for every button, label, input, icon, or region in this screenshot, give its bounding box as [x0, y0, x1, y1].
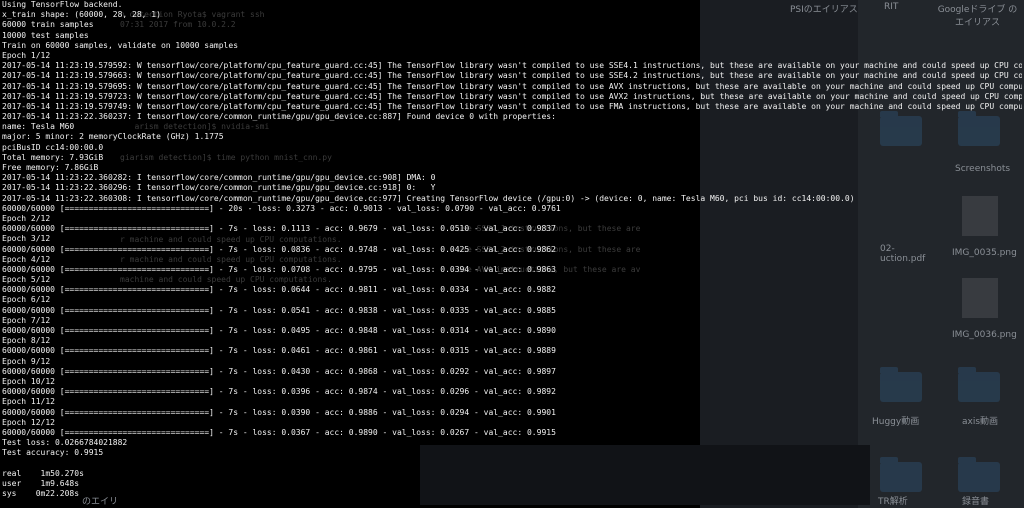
terminal-line: Test accuracy: 0.9915	[2, 448, 104, 458]
terminal-line: 60000/60000 [===========================…	[2, 346, 556, 356]
terminal-line: Epoch 7/12	[2, 315, 51, 325]
terminal-line: 10000 test samples	[2, 30, 89, 40]
terminal-line: Total memory: 7.93GiB	[2, 152, 104, 162]
terminal-line: 60000/60000 [===========================…	[2, 366, 556, 376]
terminal-line: Epoch 9/12	[2, 356, 51, 366]
terminal-line: 2017-05-14 11:23:19.579723: W tensorflow…	[2, 91, 1022, 101]
terminal-line: Test loss: 0.0266784021882	[2, 438, 128, 448]
terminal-line: Epoch 11/12	[2, 397, 55, 407]
terminal-line: Epoch 4/12	[2, 254, 51, 264]
terminal-line: 2017-05-14 11:23:19.579749: W tensorflow…	[2, 101, 1022, 111]
terminal-line: Using TensorFlow backend.	[2, 0, 123, 9]
terminal-line: 60000/60000 [===========================…	[2, 224, 556, 234]
terminal-line: 60000/60000 [===========================…	[2, 285, 556, 295]
terminal-line: name: Tesla M60	[2, 122, 75, 132]
terminal-output[interactable]: Using TensorFlow backend. x_train shape: …	[2, 0, 1022, 508]
terminal-line: 2017-05-14 11:23:19.579663: W tensorflow…	[2, 71, 1022, 81]
terminal-line: 60000/60000 [===========================…	[2, 387, 556, 397]
terminal-line: Epoch 2/12	[2, 213, 51, 223]
terminal-line: 2017-05-14 11:23:22.360282: I tensorflow…	[2, 173, 436, 183]
terminal-line: real 1m50.270s	[2, 468, 84, 478]
terminal-line: 60000 train samples	[2, 20, 94, 30]
terminal-line: 2017-05-14 11:23:19.579592: W tensorflow…	[2, 61, 1022, 71]
terminal-line: Epoch 1/12	[2, 50, 51, 60]
terminal-line: 2017-05-14 11:23:22.360308: I tensorflow…	[2, 193, 855, 203]
terminal-line: 60000/60000 [===========================…	[2, 244, 556, 254]
terminal-line: Epoch 8/12	[2, 336, 51, 346]
terminal-line: Epoch 12/12	[2, 417, 55, 427]
terminal-line: 60000/60000 [===========================…	[2, 305, 556, 315]
terminal-line: Epoch 10/12	[2, 376, 55, 386]
terminal-line: pciBusID cc14:00:00.0	[2, 142, 104, 152]
terminal-line: Epoch 3/12	[2, 234, 51, 244]
terminal-line: major: 5 minor: 2 memoryClockRate (GHz) …	[2, 132, 224, 142]
terminal-line: Free memory: 7.86GiB	[2, 163, 99, 172]
terminal-line: 2017-05-14 11:23:22.360296: I tensorflow…	[2, 183, 436, 193]
terminal-line: user 1m9.648s	[2, 478, 80, 488]
terminal-line: 60000/60000 [===========================…	[2, 203, 561, 213]
terminal-line: 60000/60000 [===========================…	[2, 427, 556, 437]
terminal-line: Epoch 5/12	[2, 275, 51, 285]
terminal-line: sys 0m22.208s	[2, 489, 80, 498]
terminal-line: 60000/60000 [===========================…	[2, 326, 556, 335]
terminal-line: 60000/60000 [===========================…	[2, 264, 556, 274]
terminal-line: 2017-05-14 11:23:19.579695: W tensorflow…	[2, 81, 1022, 91]
terminal-line: 2017-05-14 11:23:22.360237: I tensorflow…	[2, 112, 556, 122]
terminal-line: 60000/60000 [===========================…	[2, 407, 556, 417]
terminal-line: Train on 60000 samples, validate on 1000…	[2, 40, 239, 50]
terminal-line: x_train shape: (60000, 28, 28, 1)	[2, 10, 161, 20]
terminal-line: Epoch 6/12	[2, 295, 51, 305]
